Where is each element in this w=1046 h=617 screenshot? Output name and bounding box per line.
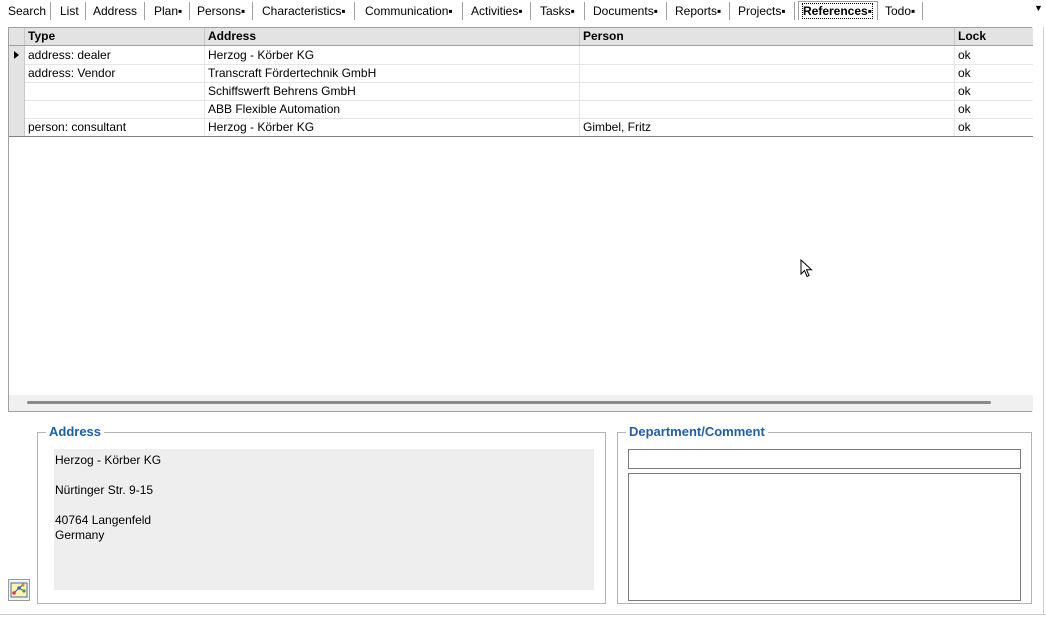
table-row[interactable]: Schiffswerft Behrens GmbH ok <box>9 82 1033 101</box>
cell-person <box>580 46 955 64</box>
cell-person <box>580 64 955 82</box>
tab-communication[interactable]: Communication▪ <box>361 2 463 20</box>
cell-address: Herzog - Körber KG <box>205 46 580 64</box>
bottom-border <box>0 614 1046 615</box>
tab-references[interactable]: References▪ <box>798 1 878 20</box>
table-row[interactable]: address: dealer Herzog - Körber KG ok <box>9 46 1033 65</box>
cell-type <box>25 82 205 100</box>
tab-label: Tasks▪ <box>540 4 575 18</box>
tab-characteristics[interactable]: Characteristics▪ <box>258 2 355 20</box>
comment-field[interactable] <box>628 473 1021 601</box>
tab-tasks[interactable]: Tasks▪ <box>536 2 585 20</box>
tab-documents[interactable]: Documents▪ <box>589 2 667 20</box>
row-selector[interactable] <box>9 64 25 82</box>
mouse-pointer-icon <box>800 259 813 278</box>
address-line: Herzog - Körber KG <box>55 453 162 467</box>
cell-lock: ok <box>958 66 971 80</box>
tab-persons[interactable]: Persons▪ <box>193 2 253 20</box>
address-line: Germany <box>55 528 105 542</box>
grid-divider <box>9 136 1033 137</box>
cell-type: address: dealer <box>25 46 205 64</box>
cell-address: Schiffswerft Behrens GmbH <box>205 82 580 100</box>
cell-address: ABB Flexible Automation <box>205 100 580 118</box>
column-header-lock[interactable]: Lock <box>955 28 1033 45</box>
cell-person: Gimbel, Fritz <box>580 118 955 136</box>
row-selector[interactable] <box>9 46 25 64</box>
tab-overflow-dropdown-icon[interactable]: ▼ <box>1034 3 1043 13</box>
tab-label: Reports▪ <box>675 4 722 18</box>
cell-lock: ok <box>958 120 971 134</box>
address-group: Address Herzog - Körber KG Nürtinger Str… <box>37 424 606 604</box>
cell-person <box>580 100 955 118</box>
tab-label: Plan▪ <box>154 4 183 18</box>
address-group-title: Address <box>46 424 105 440</box>
column-header-person[interactable]: Person <box>580 28 955 45</box>
tab-label: List <box>60 4 79 18</box>
tab-label: Activities▪ <box>471 4 523 18</box>
tab-reports[interactable]: Reports▪ <box>671 2 730 20</box>
tab-address[interactable]: Address <box>89 2 145 20</box>
tab-plan[interactable]: Plan▪ <box>150 2 190 20</box>
cell-type: address: Vendor <box>25 64 205 82</box>
address-line: 40764 Langenfeld <box>55 513 152 527</box>
tab-todo[interactable]: Todo▪ <box>881 2 923 20</box>
tab-label: References▪ <box>802 3 873 19</box>
address-line <box>55 498 594 513</box>
tab-label: Documents▪ <box>593 4 658 18</box>
cell-lock: ok <box>958 84 971 98</box>
tab-label: Projects▪ <box>738 4 786 18</box>
cell-person <box>580 82 955 100</box>
tab-label: Communication▪ <box>365 4 453 18</box>
tab-label: Characteristics▪ <box>262 4 346 18</box>
row-selector-header <box>9 28 25 45</box>
right-border <box>1043 27 1044 614</box>
address-line <box>55 468 594 483</box>
table-row[interactable]: address: Vendor Transcraft Fördertechnik… <box>9 64 1033 83</box>
scrollbar-thumb[interactable] <box>27 401 991 404</box>
tab-projects[interactable]: Projects▪ <box>734 2 795 20</box>
tab-list[interactable]: List <box>56 2 86 20</box>
cell-address: Herzog - Körber KG <box>205 118 580 136</box>
address-line: Nürtinger Str. 9-15 <box>55 483 154 497</box>
tab-strip: Search List Address Plan▪ Persons▪ Chara… <box>0 0 1046 22</box>
department-comment-group: Department/Comment <box>617 424 1032 604</box>
department-comment-group-title: Department/Comment <box>626 424 768 440</box>
cell-type: person: consultant <box>25 118 205 136</box>
row-selector[interactable] <box>9 118 25 136</box>
cell-lock: ok <box>958 48 971 62</box>
tab-activities[interactable]: Activities▪ <box>467 2 531 20</box>
tab-label: Address <box>93 4 138 18</box>
tab-label: Todo▪ <box>885 4 916 18</box>
column-header-type[interactable]: Type <box>25 28 205 45</box>
cell-address: Transcraft Fördertechnik GmbH <box>205 64 580 82</box>
references-grid[interactable]: Type Address Person Lock address: dealer… <box>8 27 1033 412</box>
tab-label: Search <box>8 4 47 18</box>
tab-search[interactable]: Search <box>4 2 51 20</box>
tab-label: Persons▪ <box>197 4 246 18</box>
table-row[interactable]: person: consultant Herzog - Körber KG Gi… <box>9 118 1033 137</box>
row-selector[interactable] <box>9 100 25 118</box>
horizontal-scrollbar[interactable] <box>9 395 1033 411</box>
table-row[interactable]: ABB Flexible Automation ok <box>9 100 1033 119</box>
department-field[interactable] <box>628 449 1021 469</box>
cell-type <box>25 100 205 118</box>
current-row-arrow-icon <box>14 51 19 59</box>
column-header-address[interactable]: Address <box>205 28 580 45</box>
cell-lock: ok <box>958 102 971 116</box>
network-graph-button[interactable] <box>8 579 30 601</box>
grid-header: Type Address Person Lock <box>9 28 1033 46</box>
address-display: Herzog - Körber KG Nürtinger Str. 9-15 4… <box>54 449 594 590</box>
row-selector[interactable] <box>9 82 25 100</box>
network-graph-icon <box>10 582 28 598</box>
